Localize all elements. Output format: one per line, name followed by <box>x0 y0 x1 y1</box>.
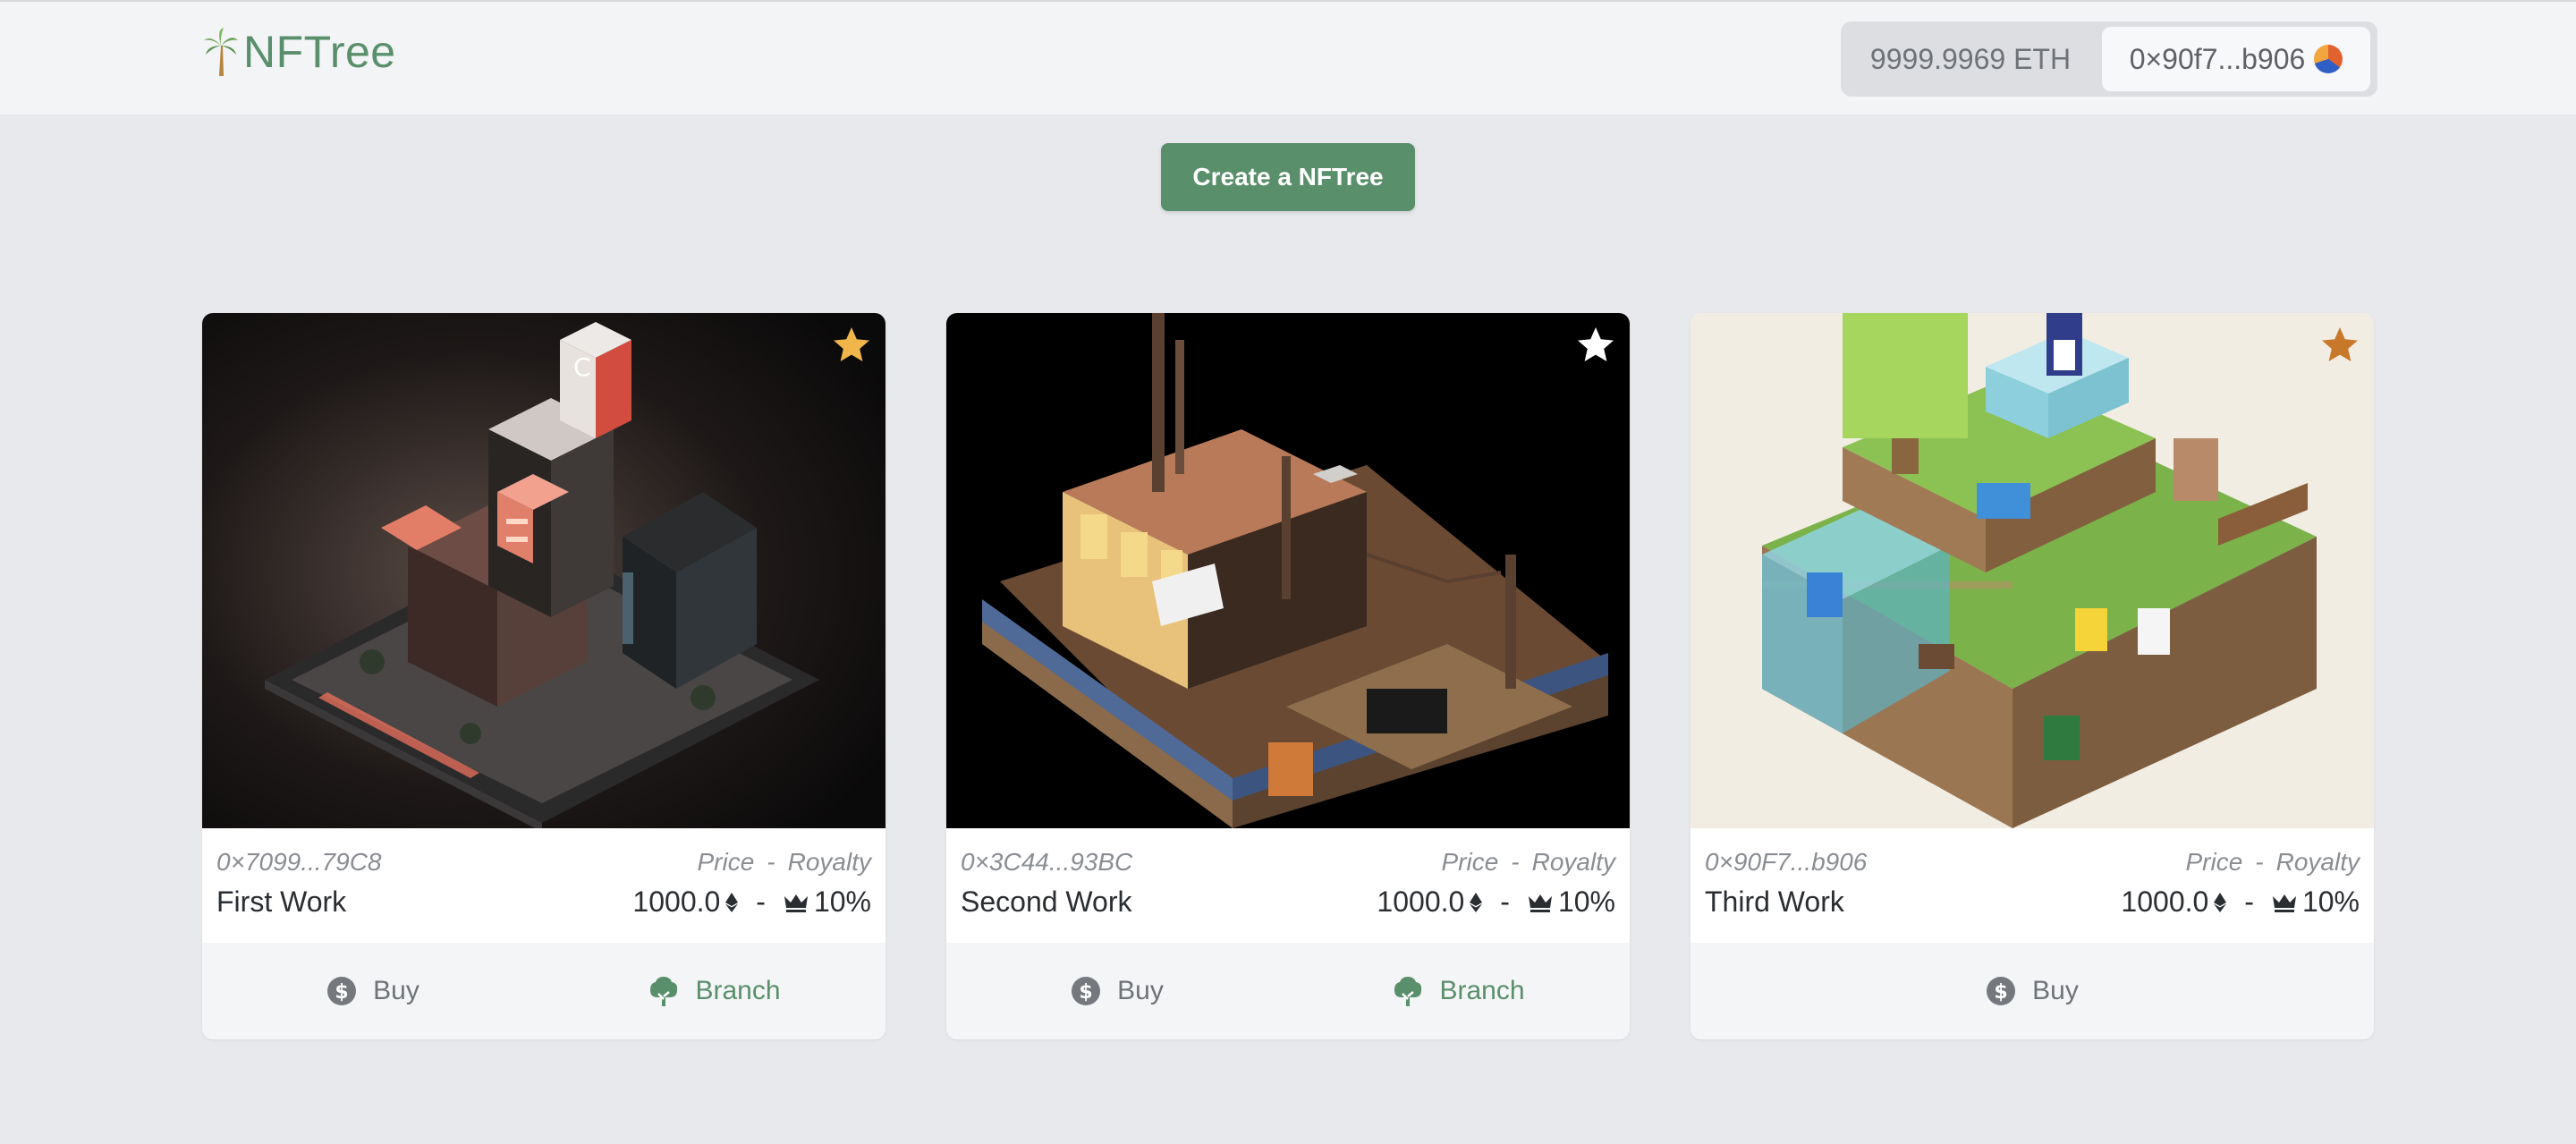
nft-image-boat[interactable] <box>946 313 1630 828</box>
eth-icon <box>725 892 739 912</box>
app-name: NFTree <box>243 27 396 77</box>
price-royalty-header: Price - Royalty <box>697 848 872 876</box>
owner-address: 0×3C44...93BC <box>961 848 1133 876</box>
card-actions: $ Buy <box>1690 943 2374 1039</box>
account-address: 0×90f7...b906 <box>2129 42 2306 75</box>
nft-card: 0×90F7...b906 Price - Royalty Third Work… <box>1690 313 2374 1039</box>
price-value: 1000.0 <box>632 886 721 918</box>
price-royalty-header: Price - Royalty <box>2185 848 2360 876</box>
nft-title: Second Work <box>961 886 1132 918</box>
nft-details: 0×90F7...b906 Price - Royalty Third Work… <box>1690 828 2374 943</box>
royalty-value: 10% <box>1557 886 1615 918</box>
favorite-star-icon[interactable] <box>2318 324 2361 367</box>
app-logo[interactable]: NFTree <box>202 23 396 81</box>
price-royalty-values: 1000.0 - 10% <box>1377 886 1615 918</box>
nft-image-city[interactable]: C <box>202 313 886 828</box>
price-royalty-values: 1000.0 - 10% <box>2121 886 2360 918</box>
branch-tree-icon <box>650 977 678 1006</box>
svg-text:C: C <box>573 352 591 382</box>
top-navbar: NFTree 9999.9969 ETH 0×90f7...b906 <box>0 0 2576 114</box>
branch-button[interactable]: Branch <box>544 943 886 1039</box>
buy-button[interactable]: $ Buy <box>946 943 1288 1039</box>
nft-details: 0×3C44...93BC Price - Royalty Second Wor… <box>946 828 1630 943</box>
card-actions: $ Buy Branch <box>946 943 1630 1039</box>
buy-button[interactable]: $ Buy <box>202 943 544 1039</box>
branch-button[interactable]: Branch <box>1288 943 1630 1039</box>
palm-tree-icon <box>204 28 238 76</box>
dollar-coin-icon: $ <box>1072 977 1101 1005</box>
royalty-value: 10% <box>2301 886 2360 918</box>
nft-card: 0×3C44...93BC Price - Royalty Second Wor… <box>946 313 1630 1039</box>
price-value: 1000.0 <box>1377 886 1465 918</box>
crown-icon <box>1528 894 1552 912</box>
branch-tree-icon <box>1394 977 1422 1006</box>
create-nftree-button[interactable]: Create a NFTree <box>1161 143 1415 211</box>
svg-text:$: $ <box>1079 981 1092 1004</box>
account-address-button[interactable]: 0×90f7...b906 <box>2102 27 2370 91</box>
svg-text:$: $ <box>335 981 348 1004</box>
dollar-coin-icon: $ <box>1987 977 2016 1005</box>
favorite-star-icon[interactable] <box>830 324 873 367</box>
eth-icon <box>1470 892 1483 912</box>
buy-button[interactable]: $ Buy <box>1690 943 2374 1039</box>
nft-title: First Work <box>216 886 347 918</box>
owner-address: 0×90F7...b906 <box>1705 848 1868 876</box>
wallet-widget: 9999.9969 ETH 0×90f7...b906 <box>1841 21 2377 97</box>
eth-icon <box>2214 892 2227 912</box>
nft-card: C 0×7099...79C8 Price - Royalty First Wo… <box>202 313 886 1039</box>
price-value: 1000.0 <box>2121 886 2209 918</box>
crown-icon <box>2272 894 2296 912</box>
dollar-coin-icon: $ <box>327 977 357 1005</box>
nft-title: Third Work <box>1705 886 1844 918</box>
account-avatar-icon <box>2314 45 2343 73</box>
card-actions: $ Buy Branch <box>202 943 886 1039</box>
favorite-star-icon[interactable] <box>1574 324 1617 367</box>
price-royalty-values: 1000.0 - 10% <box>632 886 871 918</box>
nft-image-farm[interactable] <box>1690 313 2374 828</box>
owner-address: 0×7099...79C8 <box>216 848 382 876</box>
eth-balance: 9999.9969 ETH <box>1869 42 2072 75</box>
nft-details: 0×7099...79C8 Price - Royalty First Work… <box>202 828 886 943</box>
price-royalty-header: Price - Royalty <box>1441 848 1616 876</box>
royalty-value: 10% <box>813 886 871 918</box>
crown-icon <box>784 894 808 912</box>
svg-text:$: $ <box>1994 981 2007 1004</box>
